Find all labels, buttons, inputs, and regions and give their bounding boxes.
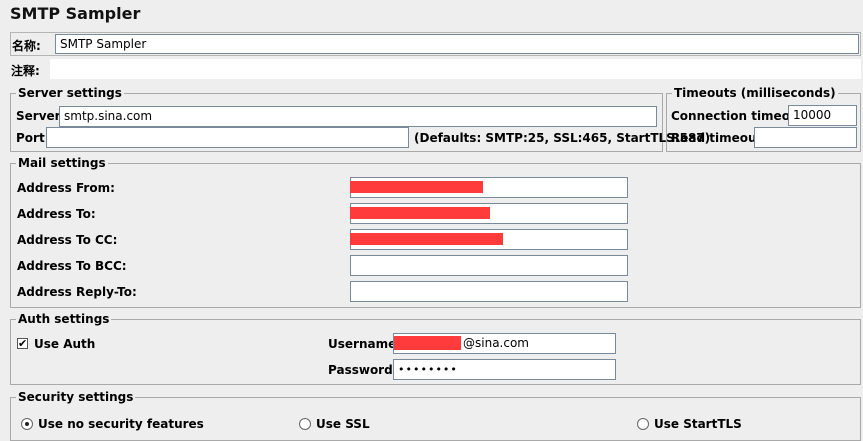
- use-ssl-radio[interactable]: [299, 418, 311, 430]
- no-security-label[interactable]: Use no security features: [38, 417, 204, 431]
- connection-timeout-input[interactable]: 10000: [788, 105, 857, 126]
- no-security-radio[interactable]: [21, 418, 33, 430]
- username-label: Username:: [328, 337, 402, 351]
- use-auth-checkbox[interactable]: ✔: [17, 338, 28, 349]
- read-timeout-input[interactable]: [754, 127, 857, 148]
- redaction: [350, 181, 483, 193]
- mail-settings-title: Mail settings: [16, 156, 108, 170]
- auth-settings-title: Auth settings: [16, 312, 112, 326]
- name-input[interactable]: SMTP Sampler: [55, 34, 859, 54]
- password-input[interactable]: ••••••••: [393, 359, 616, 380]
- comment-input[interactable]: [50, 59, 861, 79]
- redaction: [350, 233, 503, 245]
- address-to-cc-label: Address To CC:: [17, 233, 118, 247]
- use-auth-label[interactable]: Use Auth: [34, 337, 95, 351]
- use-ssl-label[interactable]: Use SSL: [316, 417, 370, 431]
- timeouts-title: Timeouts (milliseconds): [672, 86, 838, 100]
- redaction: [394, 336, 461, 350]
- server-input[interactable]: smtp.sina.com: [59, 106, 657, 127]
- port-label: Port:: [16, 131, 50, 145]
- port-input[interactable]: [46, 127, 409, 148]
- comment-label: 注释:: [11, 64, 40, 78]
- security-settings-title: Security settings: [16, 390, 136, 404]
- use-starttls-radio[interactable]: [637, 418, 649, 430]
- server-settings-title: Server settings: [16, 86, 124, 100]
- page-title: SMTP Sampler: [10, 4, 141, 23]
- name-label: 名称:: [12, 39, 41, 53]
- use-starttls-label[interactable]: Use StartTLS: [654, 417, 742, 431]
- redaction: [350, 207, 490, 219]
- password-label: Password:: [328, 363, 398, 377]
- comment-row: 注释:: [10, 58, 861, 80]
- address-from-label: Address From:: [17, 181, 115, 195]
- server-label: Server:: [16, 109, 66, 123]
- name-row: 名称: SMTP Sampler: [10, 32, 861, 56]
- address-to-bcc-label: Address To BCC:: [17, 259, 127, 273]
- address-reply-to-label: Address Reply-To:: [17, 285, 137, 299]
- address-to-bcc-input[interactable]: [350, 255, 628, 276]
- address-to-label: Address To:: [17, 207, 96, 221]
- address-reply-to-input[interactable]: [350, 281, 628, 302]
- username-suffix: @sina.com: [463, 336, 529, 350]
- read-timeout-label: Read timeout:: [671, 131, 768, 145]
